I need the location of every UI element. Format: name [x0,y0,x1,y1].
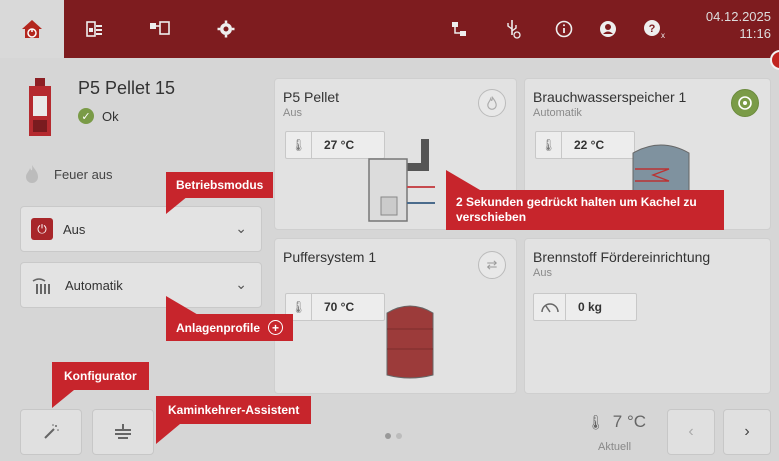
info-icon[interactable] [546,0,582,58]
thermometer-icon: 🌡 [536,132,562,158]
tile-pellet-temp-value: 27 °C [324,138,355,152]
device-status-text: Ok [102,108,119,124]
callout-drag-hint-text: 2 Sekunden gedrückt halten um Kachel zu … [456,195,697,224]
device-status: ✓ Ok [78,108,119,124]
swap-icon: ⇄ [478,251,506,279]
usb-icon[interactable] [495,0,531,58]
callout-pointer [166,296,200,316]
operation-mode-select[interactable]: ⏻ Aus ⌄ [20,206,262,252]
notification-dot[interactable] [770,50,779,70]
callout-kaminkehrer: Kaminkehrer-Assistent [156,396,312,424]
tile-hot-water-temp: 🌡 22 °C [535,131,635,159]
callout-anlagenprofile: Anlagenprofile + [166,314,294,341]
tile-pellet-subtitle: Aus [283,107,302,119]
tile-hot-water-title: Brauchwasserspeicher 1 [533,89,687,105]
tile-hot-water-temp-value: 22 °C [574,138,605,152]
date-time: 04.12.2025 11:16 [706,8,771,42]
tile-buffer-title: Puffersystem 1 [283,249,377,265]
callout-pointer [156,424,180,444]
callout-kaminkehrer-text: Kaminkehrer-Assistent [168,403,300,417]
tile-fuel-title: Brennstoff Fördereinrichtung [533,249,711,265]
chevron-left-icon: ‹ [688,423,694,440]
settings-icon[interactable] [208,0,244,58]
network-icon[interactable] [142,0,178,58]
home-tab[interactable] [0,0,64,58]
chimney-sweep-icon [115,424,131,439]
pump-icon [731,89,759,117]
tile-fuel-amount-value: 0 kg [578,300,603,314]
svg-text:x: x [661,31,665,39]
page-indicator [385,433,402,439]
profile-select[interactable]: Automatik ⌄ [20,262,262,308]
callout-konfigurator: Konfigurator [52,362,149,390]
page-dot-active[interactable] [385,433,391,439]
flame-icon [26,165,38,183]
chevron-down-icon: ⌄ [235,276,247,292]
heating-icon[interactable] [76,0,112,58]
chevron-right-icon: › [744,423,750,440]
page-dot[interactable] [396,433,402,439]
svg-text:?: ? [649,23,656,35]
boiler-icon [29,78,51,136]
callout-betriebsmodus: Betriebsmodus [166,172,274,198]
flame-icon [478,89,506,117]
fire-status: Feuer aus [24,164,113,184]
chimney-sweep-button[interactable] [92,409,154,455]
callout-konfigurator-text: Konfigurator [64,369,137,383]
device-name: P5 Pellet 15 [78,78,176,98]
tile-fuel-amount: 0 kg [533,293,637,321]
outside-temperature: 🌡 7 °C [587,412,646,432]
fire-status-text: Feuer aus [54,166,113,182]
chevron-down-icon: ⌄ [235,220,247,236]
top-bar: ? x 04.12.2025 11:16 [0,0,779,58]
tile-pellet-title: P5 Pellet [283,89,340,105]
account-icon[interactable] [590,0,626,58]
callout-pointer [52,390,74,408]
operation-mode-value: Aus [63,221,86,237]
configurator-button[interactable] [20,409,82,455]
next-page-button[interactable]: › [723,409,771,455]
time: 11:16 [739,26,771,41]
home-icon [22,20,42,38]
outside-temp-label: Aktuell [598,441,632,453]
tile-hot-water-subtitle: Automatik [533,107,582,119]
prev-page-button[interactable]: ‹ [667,409,715,455]
gauge-icon [534,294,566,320]
check-icon: ✓ [78,108,94,124]
callout-betriebsmodus-text: Betriebsmodus [176,178,264,192]
radiator-icon [32,278,50,294]
thermometer-icon: 🌡 [286,132,312,158]
profile-value: Automatik [65,277,123,293]
outside-temp-value: 7 °C [612,412,647,431]
tile-fuel-subtitle: Aus [533,267,552,279]
tile-fuel-feed[interactable]: Brennstoff Fördereinrichtung Aus 0 kg [524,238,771,394]
tile-buffer-temp-value: 70 °C [324,300,355,314]
power-icon: ⏻ [31,218,53,240]
tile-buffer[interactable]: Puffersystem 1 ⇄ 🌡 70 °C [274,238,517,394]
callout-anlagenprofile-text: Anlagenprofile [176,320,261,335]
thermometer-icon: 🌡 [587,413,605,430]
callout-pointer [166,196,188,214]
magic-wand-icon [44,424,59,439]
boiler-diagram [368,139,435,222]
tile-buffer-temp: 🌡 70 °C [285,293,385,321]
callout-pointer [446,170,480,190]
lan-icon[interactable] [441,0,477,58]
plus-circle-icon[interactable]: + [268,320,284,335]
help-icon[interactable]: ? x [636,0,672,58]
buffer-tank-diagram [386,305,434,379]
callout-drag-hint: 2 Sekunden gedrückt halten um Kachel zu … [446,190,724,230]
date: 04.12.2025 [705,9,771,24]
